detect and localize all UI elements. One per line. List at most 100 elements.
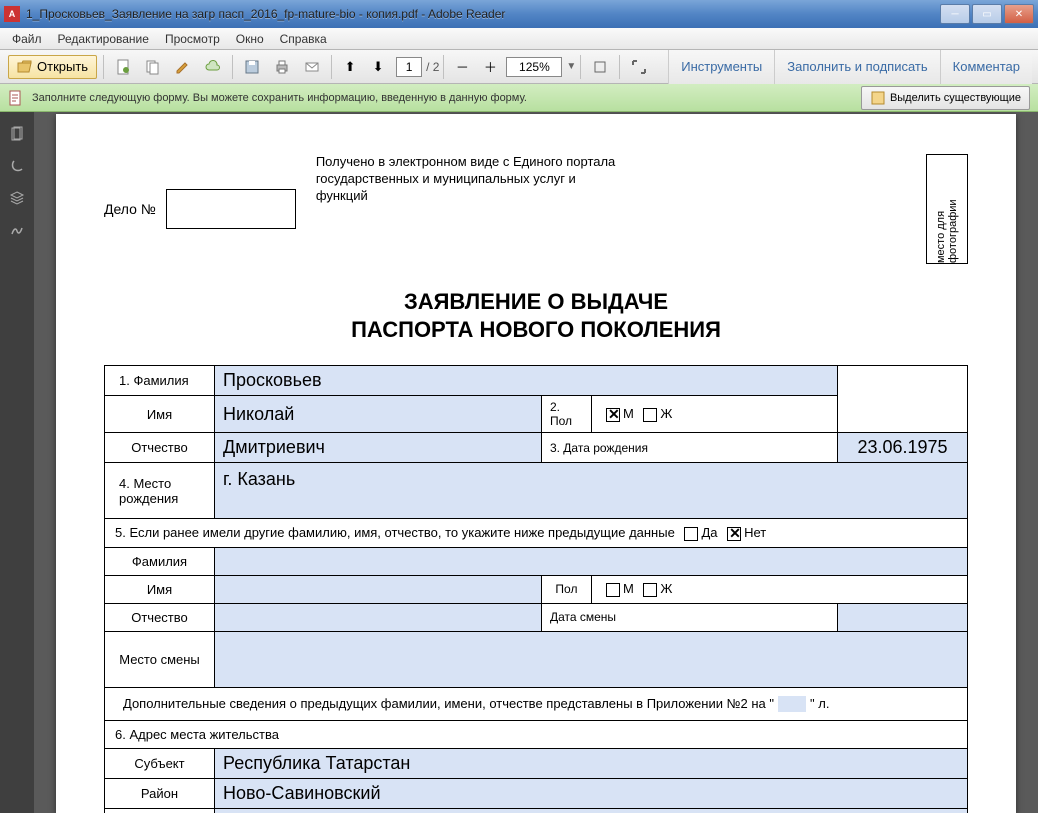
label-district: Район [105, 779, 215, 809]
folder-open-icon [17, 59, 33, 75]
label-locality: Населенный пункт [105, 809, 215, 813]
appendix-note: Дополнительные сведения о предыдущих фам… [105, 687, 968, 721]
label-prev-question: 5. Если ранее имели другие фамилию, имя,… [105, 519, 968, 548]
create-pdf-button[interactable] [110, 55, 136, 79]
expand-icon [631, 59, 647, 75]
maximize-button[interactable]: ▭ [972, 4, 1002, 24]
arrow-up-icon: ⬆ [345, 59, 356, 75]
highlight-fields-button[interactable]: Выделить существующие [861, 86, 1030, 110]
fill-sign-panel-button[interactable]: Заполнить и подписать [774, 50, 939, 84]
open-label: Открыть [37, 59, 88, 74]
portal-note: Получено в электронном виде с Единого по… [316, 154, 626, 264]
menu-file[interactable]: Файл [4, 30, 50, 48]
zoom-out-button[interactable]: － [450, 55, 474, 79]
arrow-down-icon: ⬇ [373, 59, 384, 75]
checkbox-prev-yes[interactable] [684, 527, 698, 541]
menu-view[interactable]: Просмотр [157, 30, 228, 48]
sidebar-layers[interactable] [5, 186, 29, 210]
zoom-input[interactable] [506, 57, 562, 77]
minus-icon: － [456, 57, 469, 76]
zoom-dropdown-icon[interactable]: ▼ [566, 61, 576, 72]
floppy-icon [244, 59, 260, 75]
field-locality[interactable]: г. Казань [215, 809, 968, 813]
cloud-button[interactable] [200, 55, 226, 79]
pages-icon [145, 59, 161, 75]
form-title: ЗАЯВЛЕНИЕ О ВЫДАЧЕ ПАСПОРТА НОВОГО ПОКОЛ… [104, 288, 968, 343]
field-prev-name[interactable] [215, 575, 542, 603]
form-icon [8, 90, 24, 106]
field-surname[interactable]: Просковьев [215, 366, 838, 396]
field-name[interactable]: Николай [215, 396, 542, 433]
checkbox-prev-sex-f[interactable] [643, 583, 657, 597]
field-prev-sex: М Ж [591, 575, 967, 603]
fit-icon [592, 59, 608, 75]
field-prev-patr[interactable] [215, 603, 542, 631]
field-date-change[interactable] [838, 603, 968, 631]
separator [331, 55, 332, 79]
separator [443, 55, 444, 79]
cloud-up-icon [205, 59, 221, 75]
open-button[interactable]: Открыть [8, 55, 97, 79]
label-dob: 3. Дата рождения [541, 433, 837, 463]
document-viewport[interactable]: Дело № Получено в электронном виде с Еди… [34, 112, 1038, 813]
label-surname: 1. Фамилия [105, 366, 215, 396]
field-prev-surname[interactable] [215, 547, 968, 575]
comment-panel-button[interactable]: Комментар [940, 50, 1032, 84]
form-info-bar: Заполните следующую форму. Вы можете сох… [0, 84, 1038, 112]
checkbox-sex-m[interactable] [606, 408, 620, 422]
menu-help[interactable]: Справка [272, 30, 335, 48]
label-pob: 4. Место рождения [105, 463, 215, 519]
tools-panel-button[interactable]: Инструменты [668, 50, 774, 84]
field-district[interactable]: Ново-Савиновский [215, 779, 968, 809]
page-up-button[interactable]: ⬆ [338, 55, 362, 79]
window-title: 1_Просковьев_Заявление на загр пасп_2016… [26, 7, 938, 21]
menu-bar: Файл Редактирование Просмотр Окно Справк… [0, 28, 1038, 50]
field-place-change[interactable] [215, 631, 968, 687]
menu-window[interactable]: Окно [228, 30, 272, 48]
checkbox-sex-f[interactable] [643, 408, 657, 422]
document-icon [115, 59, 131, 75]
label-address-header: 6. Адрес места жительства [105, 721, 968, 749]
fit-width-button[interactable] [587, 55, 613, 79]
checkbox-prev-sex-m[interactable] [606, 583, 620, 597]
separator [580, 55, 581, 79]
sidebar-thumbnails[interactable] [5, 122, 29, 146]
read-mode-button[interactable] [626, 55, 652, 79]
separator [232, 55, 233, 79]
label-patronymic: Отчество [105, 433, 215, 463]
photo-text: место для фотографии [935, 155, 959, 263]
page-down-button[interactable]: ⬇ [366, 55, 390, 79]
label-prev-surname: Фамилия [105, 547, 215, 575]
app-icon: A [4, 6, 20, 22]
page-number-input[interactable] [396, 57, 422, 77]
window-titlebar: A 1_Просковьев_Заявление на загр пасп_20… [0, 0, 1038, 28]
field-dob[interactable]: 23.06.1975 [838, 433, 968, 463]
close-button[interactable]: ✕ [1004, 4, 1034, 24]
print-button[interactable] [269, 55, 295, 79]
field-subject[interactable]: Республика Татарстан [215, 749, 968, 779]
minimize-button[interactable]: ─ [940, 4, 970, 24]
menu-edit[interactable]: Редактирование [50, 30, 157, 48]
edit-pdf-button[interactable] [170, 55, 196, 79]
photo-placeholder: место для фотографии [926, 154, 968, 264]
highlight-icon [870, 90, 886, 106]
field-pob[interactable]: г. Казань [215, 463, 968, 519]
label-name: Имя [105, 396, 215, 433]
appendix-pages-field[interactable] [778, 696, 806, 712]
sidebar-attachments[interactable] [5, 154, 29, 178]
convert-button[interactable] [140, 55, 166, 79]
page-total: / 2 [426, 60, 439, 74]
zoom-in-button[interactable]: ＋ [478, 55, 502, 79]
label-sex: 2. Пол [541, 396, 591, 433]
sidebar-sign[interactable] [5, 218, 29, 242]
printer-icon [274, 59, 290, 75]
label-subject: Субъект [105, 749, 215, 779]
checkbox-prev-no[interactable] [727, 527, 741, 541]
save-button[interactable] [239, 55, 265, 79]
email-button[interactable] [299, 55, 325, 79]
field-patronymic[interactable]: Дмитриевич [215, 433, 542, 463]
label-prev-name: Имя [105, 575, 215, 603]
label-prev-patr: Отчество [105, 603, 215, 631]
case-number-field[interactable] [166, 189, 296, 229]
form-table: 1. Фамилия Просковьев Имя Николай 2. Пол… [104, 365, 968, 813]
